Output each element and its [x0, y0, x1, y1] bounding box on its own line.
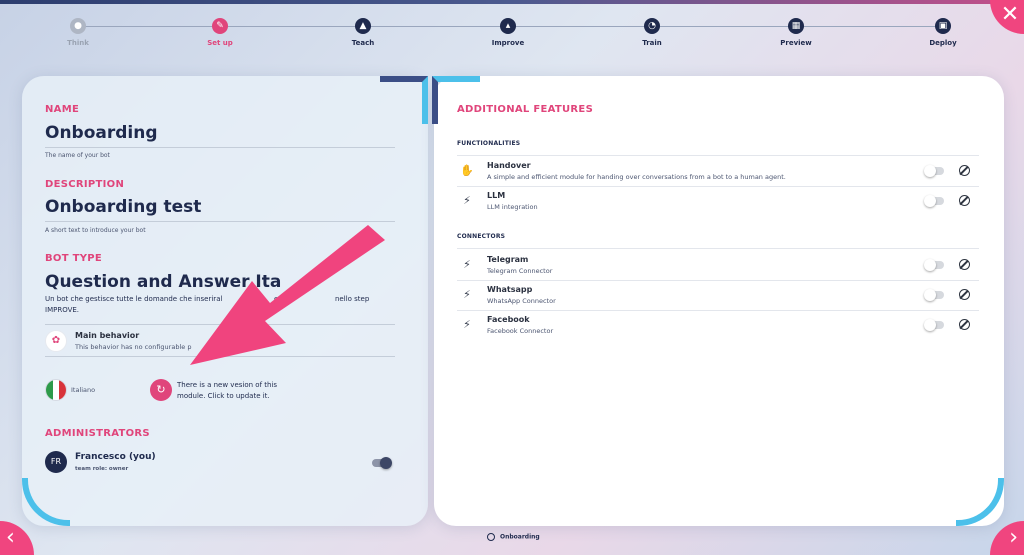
toggle-knob — [380, 457, 392, 469]
gauge-icon: ◔ — [644, 18, 660, 34]
avatar: FR — [45, 451, 67, 473]
name-section-title: NAME — [45, 104, 80, 115]
divider — [45, 147, 395, 148]
step-teach[interactable]: ▲ Teach — [323, 18, 403, 47]
annotation-arrow-icon — [190, 225, 385, 365]
step-set-up[interactable]: ✎ Set up — [180, 18, 260, 47]
feature-description: LLM integration — [487, 203, 538, 211]
plug-icon: ⚡ — [463, 194, 471, 207]
divider — [45, 221, 395, 222]
block-icon[interactable] — [959, 165, 970, 176]
administrators-section-title: ADMINISTRATORS — [45, 428, 150, 439]
refresh-icon[interactable]: ↻ — [150, 379, 172, 401]
block-icon[interactable] — [959, 195, 970, 206]
corner-decoration — [432, 76, 480, 124]
connector-name: Facebook — [487, 315, 530, 324]
feature-description: A simple and efficient module for handin… — [487, 173, 786, 181]
connector-description: Facebook Connector — [487, 327, 554, 335]
corner-decoration — [380, 76, 428, 124]
bot-name-field[interactable]: Onboarding — [45, 123, 158, 143]
step-think[interactable]: ● Think — [38, 18, 118, 47]
footer-bot-label: Onboarding — [487, 533, 540, 541]
step-deploy[interactable]: ▣ Deploy — [903, 18, 983, 47]
bulb-icon: ● — [70, 18, 86, 34]
previous-button[interactable]: ‹ — [0, 521, 34, 555]
admin-toggle[interactable] — [372, 457, 392, 469]
deploy-icon: ▣ — [935, 18, 951, 34]
connector-description: WhatsApp Connector — [487, 297, 556, 305]
toggle-knob — [924, 259, 936, 271]
chevron-left-icon: ‹ — [6, 525, 15, 550]
toggle-knob — [924, 319, 936, 331]
feature-name: Handover — [487, 161, 531, 170]
block-icon[interactable] — [959, 259, 970, 270]
chevron-right-icon: › — [1009, 525, 1018, 550]
block-icon[interactable] — [959, 319, 970, 330]
brain-icon: ✿ — [45, 330, 67, 352]
toggle-knob — [924, 195, 936, 207]
step-label: Train — [642, 39, 662, 47]
step-label: Preview — [780, 39, 812, 47]
divider — [457, 248, 979, 249]
connector-name: Whatsapp — [487, 285, 533, 294]
description-section-title: DESCRIPTION — [45, 179, 125, 190]
divider — [457, 155, 979, 156]
step-train[interactable]: ◔ Train — [612, 18, 692, 47]
divider — [457, 280, 979, 281]
plug-icon: ⚡ — [463, 318, 471, 331]
step-label: Think — [67, 39, 89, 47]
whatsapp-toggle[interactable] — [924, 289, 944, 301]
update-notice-line2[interactable]: module. Click to update it. — [177, 391, 270, 401]
handover-toggle[interactable] — [924, 165, 944, 177]
pencil-icon: ✎ — [212, 18, 228, 34]
graduation-cap-icon: ▲ — [355, 18, 371, 34]
bot-type-section-title: BOT TYPE — [45, 253, 103, 264]
update-notice[interactable]: There is a new vesion of this — [177, 380, 277, 390]
toggle-knob — [924, 289, 936, 301]
divider — [457, 186, 979, 187]
step-label: Set up — [207, 39, 233, 47]
bot-description-field[interactable]: Onboarding test — [45, 197, 201, 217]
step-label: Teach — [351, 39, 375, 47]
calendar-icon: ▦ — [788, 18, 804, 34]
admin-name: Francesco (you) — [75, 452, 156, 462]
facebook-toggle[interactable] — [924, 319, 944, 331]
chart-icon: ▴ — [500, 18, 516, 34]
bot-type-description-line2: IMPROVE. — [45, 306, 80, 314]
next-button[interactable]: › — [990, 521, 1024, 555]
language-label: Italiano — [71, 386, 96, 394]
feature-name: LLM — [487, 191, 506, 200]
footer-label: Onboarding — [500, 533, 540, 541]
name-hint: The name of your bot — [45, 152, 110, 159]
step-label: Improve — [491, 39, 525, 47]
behavior-description: This behavior has no configurable p — [75, 343, 192, 351]
step-preview[interactable]: ▦ Preview — [756, 18, 836, 47]
behavior-name: Main behavior — [75, 331, 140, 340]
functionalities-title: FUNCTIONALITIES — [457, 140, 521, 147]
bot-icon — [487, 533, 495, 541]
connectors-title: CONNECTORS — [457, 233, 506, 240]
description-hint: A short text to introduce your bot — [45, 227, 146, 234]
connector-name: Telegram — [487, 255, 529, 264]
divider — [457, 310, 979, 311]
step-label: Deploy — [929, 39, 957, 47]
wizard-stepper: ● Think ✎ Set up ▲ Teach ▴ Improve ◔ Tra… — [0, 18, 1024, 58]
plug-icon: ⚡ — [463, 258, 471, 271]
connector-description: Telegram Connector — [487, 267, 553, 275]
telegram-toggle[interactable] — [924, 259, 944, 271]
plug-icon: ⚡ — [463, 288, 471, 301]
admin-role: team role: owner — [75, 466, 129, 472]
toggle-knob — [924, 165, 936, 177]
top-accent-bar — [0, 0, 1024, 4]
close-icon: ✕ — [1000, 2, 1020, 27]
block-icon[interactable] — [959, 289, 970, 300]
additional-features-title: ADDITIONAL FEATURES — [457, 104, 594, 115]
handshake-icon: ✋ — [460, 164, 474, 177]
italy-flag-icon — [45, 379, 67, 401]
step-improve[interactable]: ▴ Improve — [468, 18, 548, 47]
llm-toggle[interactable] — [924, 195, 944, 207]
